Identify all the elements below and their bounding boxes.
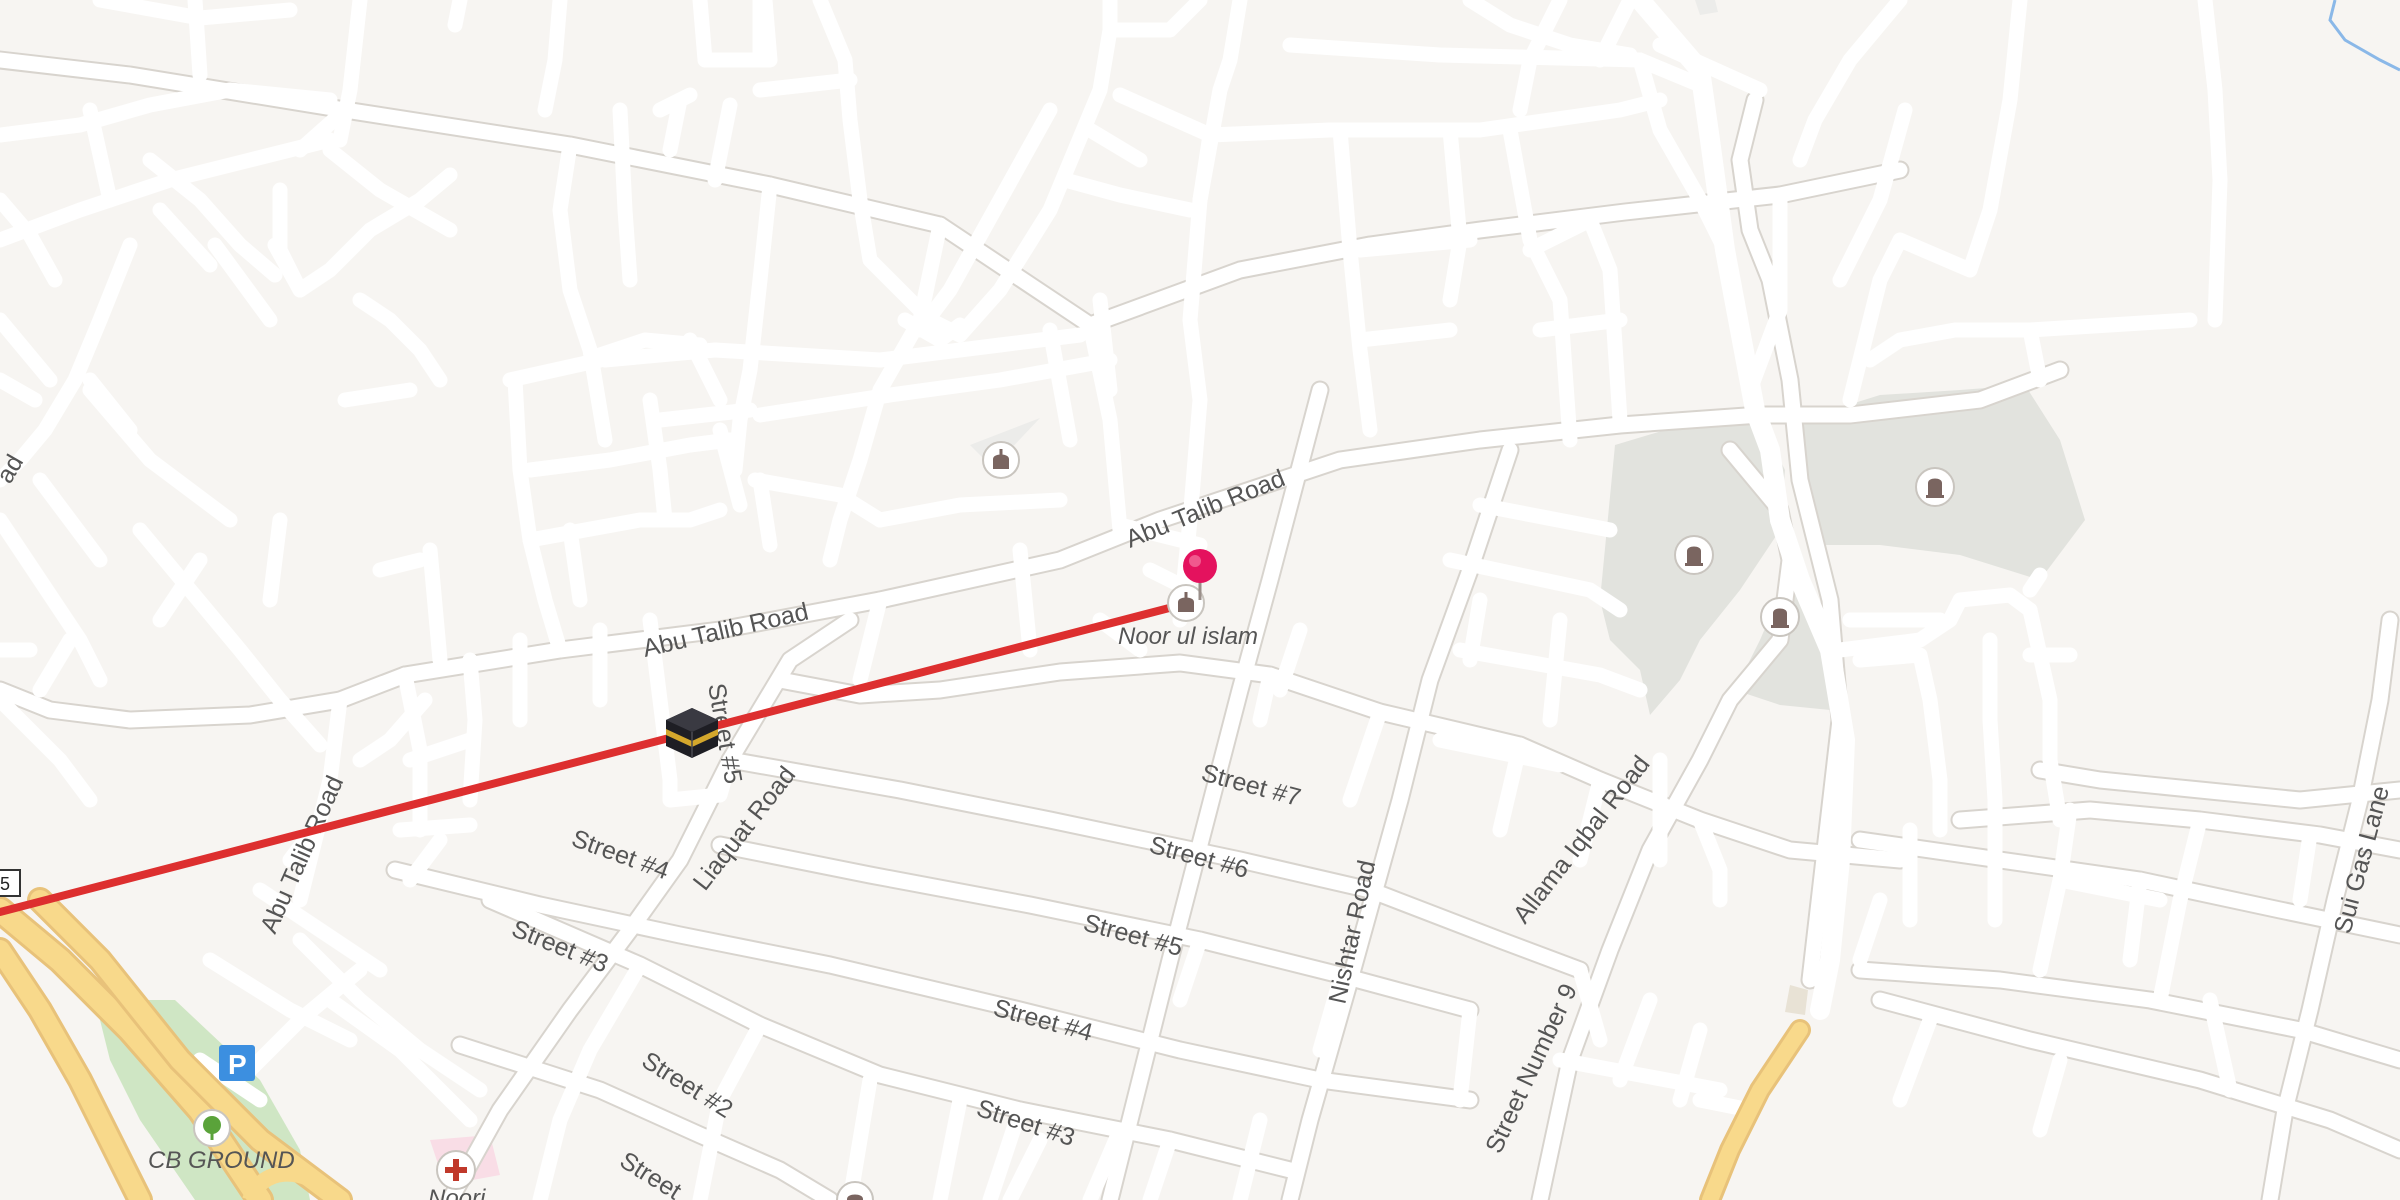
place-label-cb-ground: CB GROUND	[148, 1147, 295, 1174]
svg-text:5: 5	[0, 874, 10, 894]
place-label-noor-ul-islam: Noor ul islam	[1118, 623, 1258, 650]
cemetery-icon[interactable]	[1760, 597, 1800, 637]
route-shield: 5	[0, 869, 21, 897]
place-label-noori: Noori	[428, 1185, 486, 1200]
hospital-cross-icon[interactable]	[436, 1150, 476, 1190]
cemetery-icon[interactable]	[1674, 535, 1714, 575]
svg-text:P: P	[228, 1049, 247, 1080]
cemetery-icon[interactable]	[1915, 467, 1955, 507]
tree-icon[interactable]	[193, 1109, 231, 1147]
map-canvas[interactable]: Abu Talib Road Abu Talib Road Abu Talib …	[0, 0, 2400, 1200]
parking-icon[interactable]: P	[219, 1045, 255, 1081]
mosque-icon[interactable]	[982, 441, 1020, 479]
